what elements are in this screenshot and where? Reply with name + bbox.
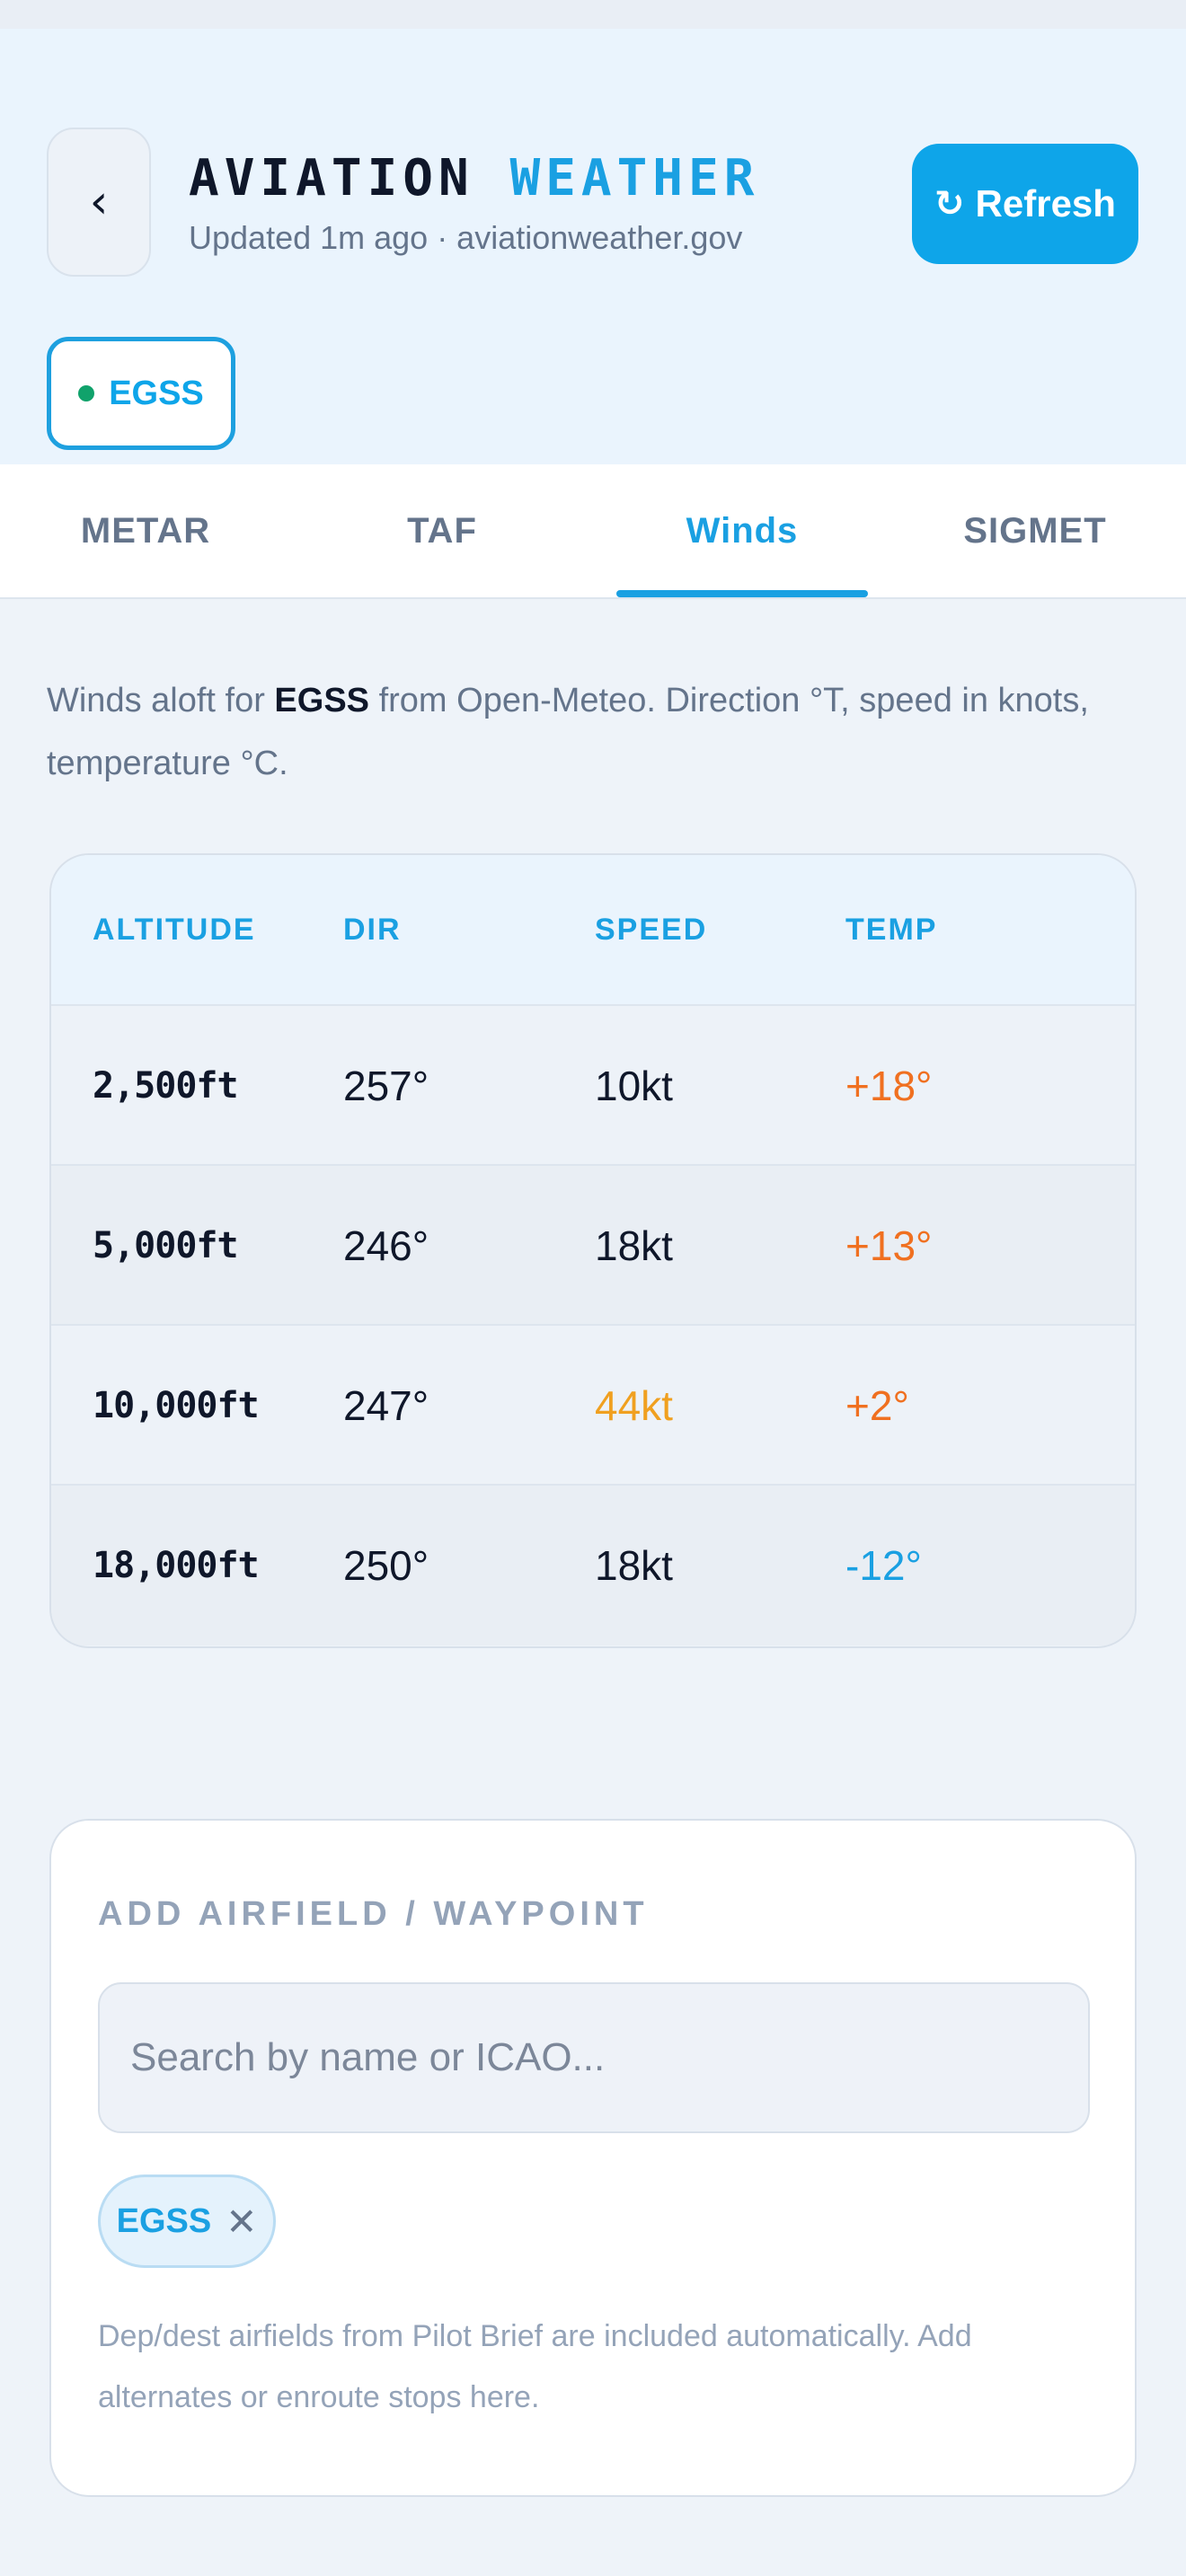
table-row: 2,500ft 257° 10kt +18° bbox=[51, 1006, 1135, 1166]
refresh-button[interactable]: ↻ Refresh bbox=[912, 144, 1138, 264]
intro-station: EGSS bbox=[274, 682, 370, 719]
add-airfield-help-text: Dep/dest airfields from Pilot Brief are … bbox=[98, 2319, 972, 2414]
airfield-chip-label: EGSS bbox=[116, 2201, 212, 2240]
dir-cell: 247° bbox=[343, 1382, 429, 1429]
col-temp: TEMP bbox=[845, 913, 938, 947]
status-dot-icon bbox=[78, 385, 95, 401]
add-airfield-title: ADD AIRFIELD / WAYPOINT bbox=[98, 1895, 649, 1933]
app-title-part2: WEATHER bbox=[509, 149, 760, 207]
tab-metar[interactable]: METAR bbox=[20, 464, 271, 597]
table-row: 18,000ft 250° 18kt -12° bbox=[51, 1486, 1135, 1645]
col-dir: DIR bbox=[343, 913, 402, 947]
station-code: EGSS bbox=[109, 374, 204, 412]
status-strip bbox=[0, 0, 1186, 29]
app-title: AVIATION WEATHER bbox=[189, 147, 759, 210]
chevron-left-icon: ‹ bbox=[89, 175, 109, 229]
speed-cell: 18kt bbox=[595, 1222, 673, 1269]
table-row: 5,000ft 246° 18kt +13° bbox=[51, 1166, 1135, 1326]
close-icon[interactable]: ✕ bbox=[226, 2200, 257, 2244]
tab-sigmet[interactable]: SIGMET bbox=[909, 464, 1161, 597]
speed-cell: 18kt bbox=[595, 1542, 673, 1589]
tab-winds[interactable]: Winds bbox=[616, 464, 868, 597]
tab-bar: METAR TAF Winds SIGMET bbox=[0, 464, 1186, 599]
refresh-icon: ↻ bbox=[934, 183, 965, 225]
refresh-label: Refresh bbox=[975, 182, 1116, 225]
back-button[interactable]: ‹ bbox=[47, 128, 151, 277]
altitude-cell: 18,000ft bbox=[93, 1545, 260, 1586]
altitude-cell: 10,000ft bbox=[93, 1385, 260, 1426]
intro-prefix: Winds aloft for bbox=[47, 682, 275, 719]
winds-intro-text: Winds aloft for EGSS from Open-Meteo. Di… bbox=[47, 669, 1125, 795]
winds-aloft-table: ALTITUDE DIR SPEED TEMP 2,500ft 257° 10k… bbox=[49, 853, 1137, 1648]
airfield-chip[interactable]: EGSS ✕ bbox=[98, 2175, 276, 2268]
app-header: ‹ AVIATION WEATHER Updated 1m ago · avia… bbox=[0, 29, 1186, 464]
temp-cell: -12° bbox=[845, 1542, 922, 1589]
temp-cell: +13° bbox=[845, 1222, 933, 1269]
table-header: ALTITUDE DIR SPEED TEMP bbox=[51, 855, 1135, 1006]
col-speed: SPEED bbox=[595, 913, 708, 947]
dir-cell: 246° bbox=[343, 1222, 429, 1269]
temp-cell: +18° bbox=[845, 1063, 933, 1109]
add-airfield-card: ADD AIRFIELD / WAYPOINT EGSS ✕ Dep/dest … bbox=[49, 1819, 1137, 2497]
tab-taf[interactable]: TAF bbox=[316, 464, 568, 597]
dir-cell: 257° bbox=[343, 1063, 429, 1109]
altitude-cell: 5,000ft bbox=[93, 1225, 239, 1266]
speed-cell: 10kt bbox=[595, 1063, 673, 1109]
temp-cell: +2° bbox=[845, 1382, 909, 1429]
altitude-cell: 2,500ft bbox=[93, 1065, 239, 1107]
speed-cell: 44kt bbox=[595, 1382, 673, 1429]
station-selector-chip[interactable]: EGSS bbox=[47, 337, 235, 450]
app-title-part1: AVIATION bbox=[189, 149, 474, 207]
dir-cell: 250° bbox=[343, 1542, 429, 1589]
update-status: Updated 1m ago · aviationweather.gov bbox=[189, 219, 743, 256]
table-row: 10,000ft 247° 44kt +2° bbox=[51, 1326, 1135, 1486]
airfield-search-input[interactable] bbox=[98, 1982, 1090, 2133]
col-altitude: ALTITUDE bbox=[93, 913, 256, 947]
